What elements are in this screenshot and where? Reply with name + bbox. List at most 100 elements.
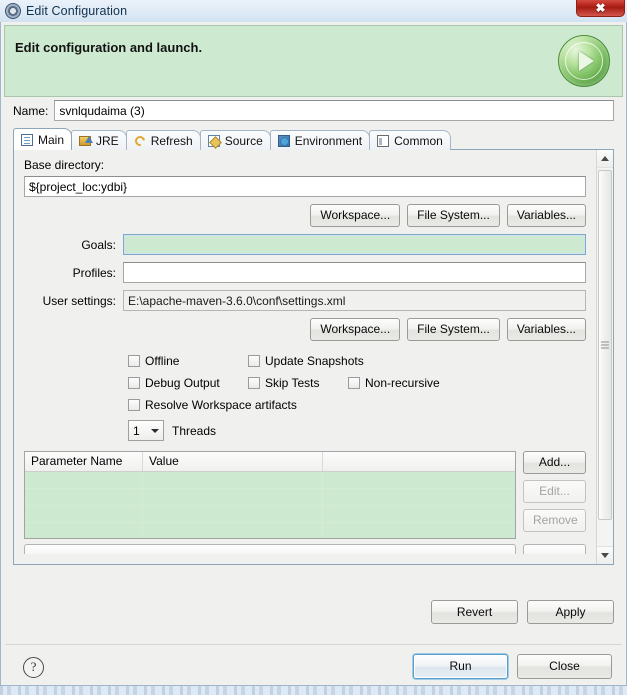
checkbox-offline-box[interactable] — [128, 355, 140, 367]
tab-source-label: Source — [224, 133, 263, 148]
help-icon[interactable]: ? — [23, 657, 44, 678]
checkbox-debug-output-box[interactable] — [128, 377, 140, 389]
goals-row: Goals: — [24, 234, 586, 255]
user-settings-input[interactable] — [123, 290, 586, 311]
tab-common[interactable]: Common — [369, 130, 451, 150]
checkbox-line-1: Offline Update Snapshots — [128, 354, 586, 368]
footer-buttons: Run Close — [413, 654, 612, 679]
goals-label: Goals: — [81, 237, 116, 252]
tab-refresh[interactable]: Refresh — [125, 130, 201, 150]
threads-value: 1 — [133, 423, 140, 438]
environment-icon — [277, 134, 291, 148]
checkbox-resolve-workspace-artifacts-box[interactable] — [128, 399, 140, 411]
scroll-up-arrow-icon[interactable] — [597, 150, 613, 168]
threads-dropdown[interactable]: 1 — [128, 420, 164, 441]
edit-parameter-button: Edit... — [523, 480, 586, 503]
table-row[interactable] — [25, 506, 515, 523]
clipped-field — [24, 544, 516, 554]
table-row[interactable] — [25, 523, 515, 538]
base-directory-buttons: Workspace... File System... Variables... — [24, 204, 586, 227]
run-button[interactable]: Run — [413, 654, 508, 679]
column-extra — [323, 452, 515, 471]
settings-workspace-button[interactable]: Workspace... — [310, 318, 401, 341]
checkbox-update-snapshots-label: Update Snapshots — [265, 354, 364, 368]
clipped-button — [523, 544, 586, 554]
revert-button[interactable]: Revert — [431, 600, 518, 624]
dialog-body: Edit configuration and launch. Name: Mai… — [0, 22, 627, 686]
name-input[interactable] — [54, 100, 614, 121]
goals-input[interactable] — [123, 234, 586, 255]
add-parameter-button[interactable]: Add... — [523, 451, 586, 474]
profiles-label: Profiles: — [72, 265, 116, 280]
parameters-table-body — [25, 472, 515, 538]
footer-divider — [5, 644, 622, 645]
close-dialog-button[interactable]: Close — [517, 654, 612, 679]
checkbox-line-3: Resolve Workspace artifacts — [128, 398, 586, 412]
checkbox-non-recursive-label: Non-recursive — [365, 376, 440, 390]
scroll-down-arrow-icon[interactable] — [597, 546, 613, 564]
base-workspace-button[interactable]: Workspace... — [310, 204, 401, 227]
run-play-icon[interactable] — [558, 35, 610, 87]
source-icon — [207, 134, 221, 148]
close-icon: ✖ — [595, 1, 606, 15]
tab-bar: Main JRE Refresh Source Environment Comm… — [13, 128, 614, 150]
title-bar: Edit Configuration ✖ — [0, 0, 627, 23]
tab-main[interactable]: Main — [13, 128, 73, 150]
common-icon — [376, 134, 390, 148]
base-directory-input[interactable] — [24, 176, 586, 197]
tab-jre-label: JRE — [96, 133, 119, 148]
close-button[interactable]: ✖ — [576, 0, 625, 17]
base-file-system-button[interactable]: File System... — [407, 204, 500, 227]
chevron-down-icon — [151, 428, 159, 433]
tab-jre[interactable]: JRE — [71, 130, 127, 150]
tab-environment-label: Environment — [294, 133, 363, 148]
user-settings-buttons: Workspace... File System... Variables... — [24, 318, 586, 341]
checkbox-skip-tests-box[interactable] — [248, 377, 260, 389]
panel-scrollbar[interactable] — [596, 150, 613, 564]
tab-source[interactable]: Source — [199, 130, 271, 150]
checkbox-offline-label: Offline — [145, 354, 180, 368]
settings-file-system-button[interactable]: File System... — [407, 318, 500, 341]
remove-parameter-button: Remove — [523, 509, 586, 532]
checkbox-non-recursive-box[interactable] — [348, 377, 360, 389]
revert-apply-buttons: Revert Apply — [431, 600, 614, 624]
table-row[interactable] — [25, 489, 515, 506]
checkbox-update-snapshots[interactable]: Update Snapshots — [248, 354, 364, 368]
tab-refresh-label: Refresh — [150, 133, 193, 148]
banner-heading: Edit configuration and launch. — [15, 40, 203, 55]
name-label: Name: — [13, 103, 49, 118]
checkbox-debug-output-label: Debug Output — [145, 376, 220, 390]
checkbox-debug-output[interactable]: Debug Output — [128, 376, 248, 390]
profiles-input[interactable] — [123, 262, 586, 283]
checkbox-resolve-workspace-artifacts[interactable]: Resolve Workspace artifacts — [128, 398, 297, 412]
checkbox-update-snapshots-box[interactable] — [248, 355, 260, 367]
checkbox-skip-tests-label: Skip Tests — [265, 376, 320, 390]
parameters-table[interactable]: Parameter Name Value — [24, 451, 516, 539]
column-parameter-name: Parameter Name — [25, 452, 143, 471]
settings-variables-button[interactable]: Variables... — [506, 318, 586, 341]
main-tab-content: Base directory: Workspace... File System… — [14, 150, 596, 564]
user-settings-label: User settings: — [42, 293, 116, 308]
dialog-footer: ? Run Close — [1, 646, 626, 686]
checkbox-skip-tests[interactable]: Skip Tests — [248, 376, 348, 390]
refresh-icon — [132, 133, 147, 148]
table-row[interactable] — [25, 472, 515, 489]
profiles-row: Profiles: — [24, 262, 586, 283]
checkbox-resolve-workspace-artifacts-label: Resolve Workspace artifacts — [145, 398, 297, 412]
options-checkboxes: Offline Update Snapshots Debug Output Sk… — [24, 354, 586, 441]
user-settings-row: User settings: — [24, 290, 586, 311]
gear-icon — [5, 3, 21, 19]
parameters-table-header: Parameter Name Value — [25, 452, 515, 472]
checkbox-offline[interactable]: Offline — [128, 354, 248, 368]
apply-button[interactable]: Apply — [527, 600, 614, 624]
tab-environment[interactable]: Environment — [269, 130, 371, 150]
edit-configuration-window: Edit Configuration ✖ Edit configuration … — [0, 0, 627, 686]
parameters-table-buttons: Add... Edit... Remove — [523, 451, 586, 539]
base-variables-button[interactable]: Variables... — [506, 204, 586, 227]
checkbox-non-recursive[interactable]: Non-recursive — [348, 376, 440, 390]
dialog-banner: Edit configuration and launch. — [4, 25, 623, 97]
configuration-form: Name: Main JRE Refresh — [13, 100, 614, 565]
tab-common-label: Common — [394, 133, 443, 148]
scrollbar-thumb[interactable] — [598, 170, 612, 520]
name-row: Name: — [13, 100, 614, 121]
